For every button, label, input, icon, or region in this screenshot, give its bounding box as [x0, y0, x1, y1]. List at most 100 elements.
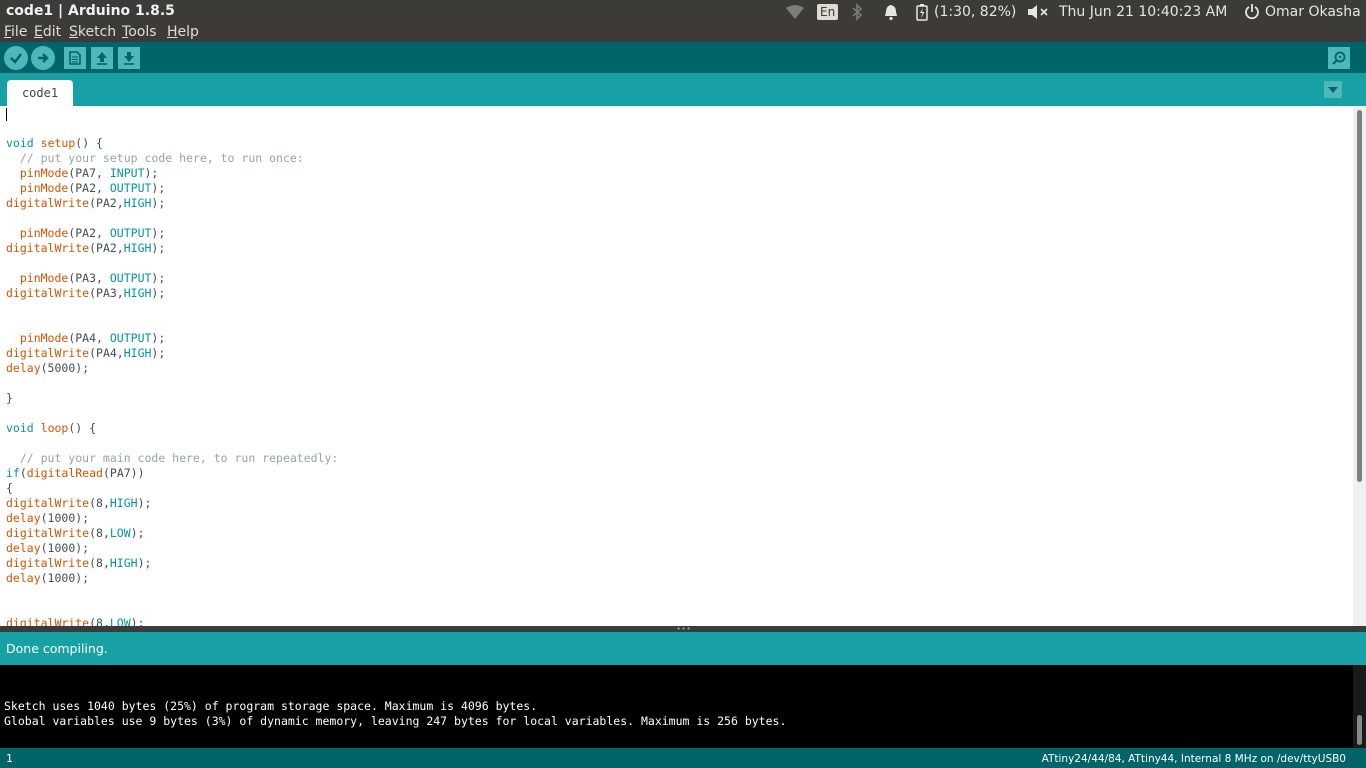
code-line: } — [6, 391, 338, 406]
menu-tools-label: ools — [128, 24, 157, 40]
bluetooth-icon[interactable] — [850, 0, 864, 24]
menu-help-label: elp — [177, 24, 199, 40]
code-token: (PA2, — [68, 181, 110, 195]
console-scrollbar[interactable] — [1353, 665, 1366, 748]
code-editor[interactable]: void setup() { // put your setup code he… — [0, 106, 1353, 626]
menu-sketch[interactable]: Sketch — [69, 24, 116, 40]
code-token: ); — [151, 181, 166, 195]
menu-edit-accel: E — [34, 24, 43, 40]
new-sketch-button[interactable] — [64, 47, 86, 69]
code-token: digitalRead — [26, 466, 103, 480]
code-token: HIGH — [123, 241, 152, 255]
code-token: ); — [144, 166, 159, 180]
status-message: Done compiling. — [6, 641, 108, 656]
code-line: digitalWrite(8,HIGH); — [6, 556, 338, 571]
code-token: { — [6, 481, 13, 495]
code-token: (1000); — [40, 541, 90, 555]
code-token: (5000); — [40, 361, 90, 375]
editor-scrollbar-thumb[interactable] — [1357, 110, 1362, 482]
code-token: (1000); — [40, 511, 90, 525]
battery-indicator[interactable]: (1:30, 82%) — [915, 0, 1016, 24]
editor-scrollbar[interactable] — [1353, 106, 1366, 626]
code-token: // put your main code here, to run repea… — [6, 451, 339, 465]
verify-icon — [10, 53, 22, 64]
code-token: (8, — [89, 556, 110, 570]
code-token: setup — [40, 136, 76, 150]
code-token: delay — [6, 541, 41, 555]
code-line: // put your main code here, to run repea… — [6, 451, 339, 466]
code-line: void setup() { — [6, 136, 338, 151]
code-token: digitalWrite — [6, 616, 90, 626]
volume-muted-icon[interactable] — [1026, 0, 1050, 24]
code-token: ); — [151, 241, 166, 255]
notification-bell-icon[interactable] — [882, 0, 900, 24]
tab-menu-button[interactable] — [1324, 81, 1342, 98]
menu-help[interactable]: Help — [167, 24, 199, 40]
code-token: INPUT — [109, 166, 145, 180]
menu-tools[interactable]: Tools — [122, 24, 157, 40]
code-token: delay — [6, 571, 41, 585]
code-line: if(digitalRead(PA7)) — [6, 466, 338, 481]
code-line: digitalWrite(8,LOW); — [6, 526, 338, 541]
code-token: pinMode — [19, 181, 69, 195]
code-token: // put your setup code here, to run once… — [6, 151, 304, 165]
menu-edit[interactable]: Edit — [34, 24, 61, 40]
menu-sketch-label: ketch — [77, 24, 117, 40]
upload-button[interactable] — [31, 46, 55, 70]
menu-file[interactable]: File — [4, 24, 27, 40]
battery-text: (1:30, 82%) — [934, 4, 1017, 20]
wifi-icon[interactable] — [785, 0, 805, 24]
code-token: void — [6, 136, 34, 150]
code-token: LOW — [109, 616, 131, 626]
user-menu[interactable]: Omar Okasha — [1243, 0, 1361, 24]
chevron-down-icon — [1328, 86, 1338, 93]
code-token: pinMode — [19, 166, 69, 180]
code-token: HIGH — [123, 286, 152, 300]
board-info: ATtiny24/44/84, ATtiny44, Internal 8 MHz… — [1041, 753, 1346, 765]
power-icon — [1245, 4, 1259, 20]
window-title: code1 | Arduino 1.8.5 — [6, 3, 175, 19]
keyboard-layout-indicator[interactable]: En — [817, 0, 839, 24]
new-icon — [69, 51, 81, 65]
code-line: void loop() { — [6, 421, 338, 436]
code-token: if — [6, 466, 20, 480]
console-line: Sketch uses 1040 bytes (25%) of program … — [4, 699, 538, 713]
open-sketch-button[interactable] — [91, 47, 113, 69]
code-token: digitalWrite — [6, 556, 90, 570]
code-token: () { — [75, 136, 103, 150]
code-token: HIGH — [109, 496, 138, 510]
status-bar: Done compiling. — [0, 632, 1366, 665]
code-lines: void setup() { // put your setup code he… — [6, 121, 338, 626]
code-token: () { — [68, 421, 97, 435]
console-line: Global variables use 9 bytes (3%) of dyn… — [4, 714, 787, 728]
console-output: Sketch uses 1040 bytes (25%) of program … — [0, 665, 1353, 748]
code-line: digitalWrite(PA2,HIGH); — [6, 196, 338, 211]
tab-code1[interactable]: code1 — [7, 80, 73, 106]
code-line: pinMode(PA2, OUTPUT); — [6, 181, 338, 196]
save-sketch-button[interactable] — [118, 47, 140, 69]
battery-icon — [916, 4, 928, 21]
code-token: HIGH — [109, 556, 138, 570]
code-token: digitalWrite — [6, 526, 90, 540]
code-token: (PA3, — [89, 286, 124, 300]
text-caret — [6, 108, 7, 121]
code-token: (8, — [89, 496, 110, 510]
console-scrollbar-thumb[interactable] — [1357, 715, 1362, 745]
line-number: 1 — [6, 752, 13, 765]
code-token: loop — [40, 421, 69, 435]
code-token: (8, — [89, 526, 110, 540]
code-token: ); — [137, 496, 152, 510]
verify-button[interactable] — [4, 46, 28, 70]
serial-monitor-button[interactable] — [1328, 47, 1350, 69]
code-token: ); — [151, 196, 166, 210]
clock[interactable]: Thu Jun 21 10:40:23 AM — [1059, 0, 1227, 24]
code-line: pinMode(PA2, OUTPUT); — [6, 226, 338, 241]
code-token: void — [6, 421, 34, 435]
code-token: pinMode — [19, 271, 69, 285]
